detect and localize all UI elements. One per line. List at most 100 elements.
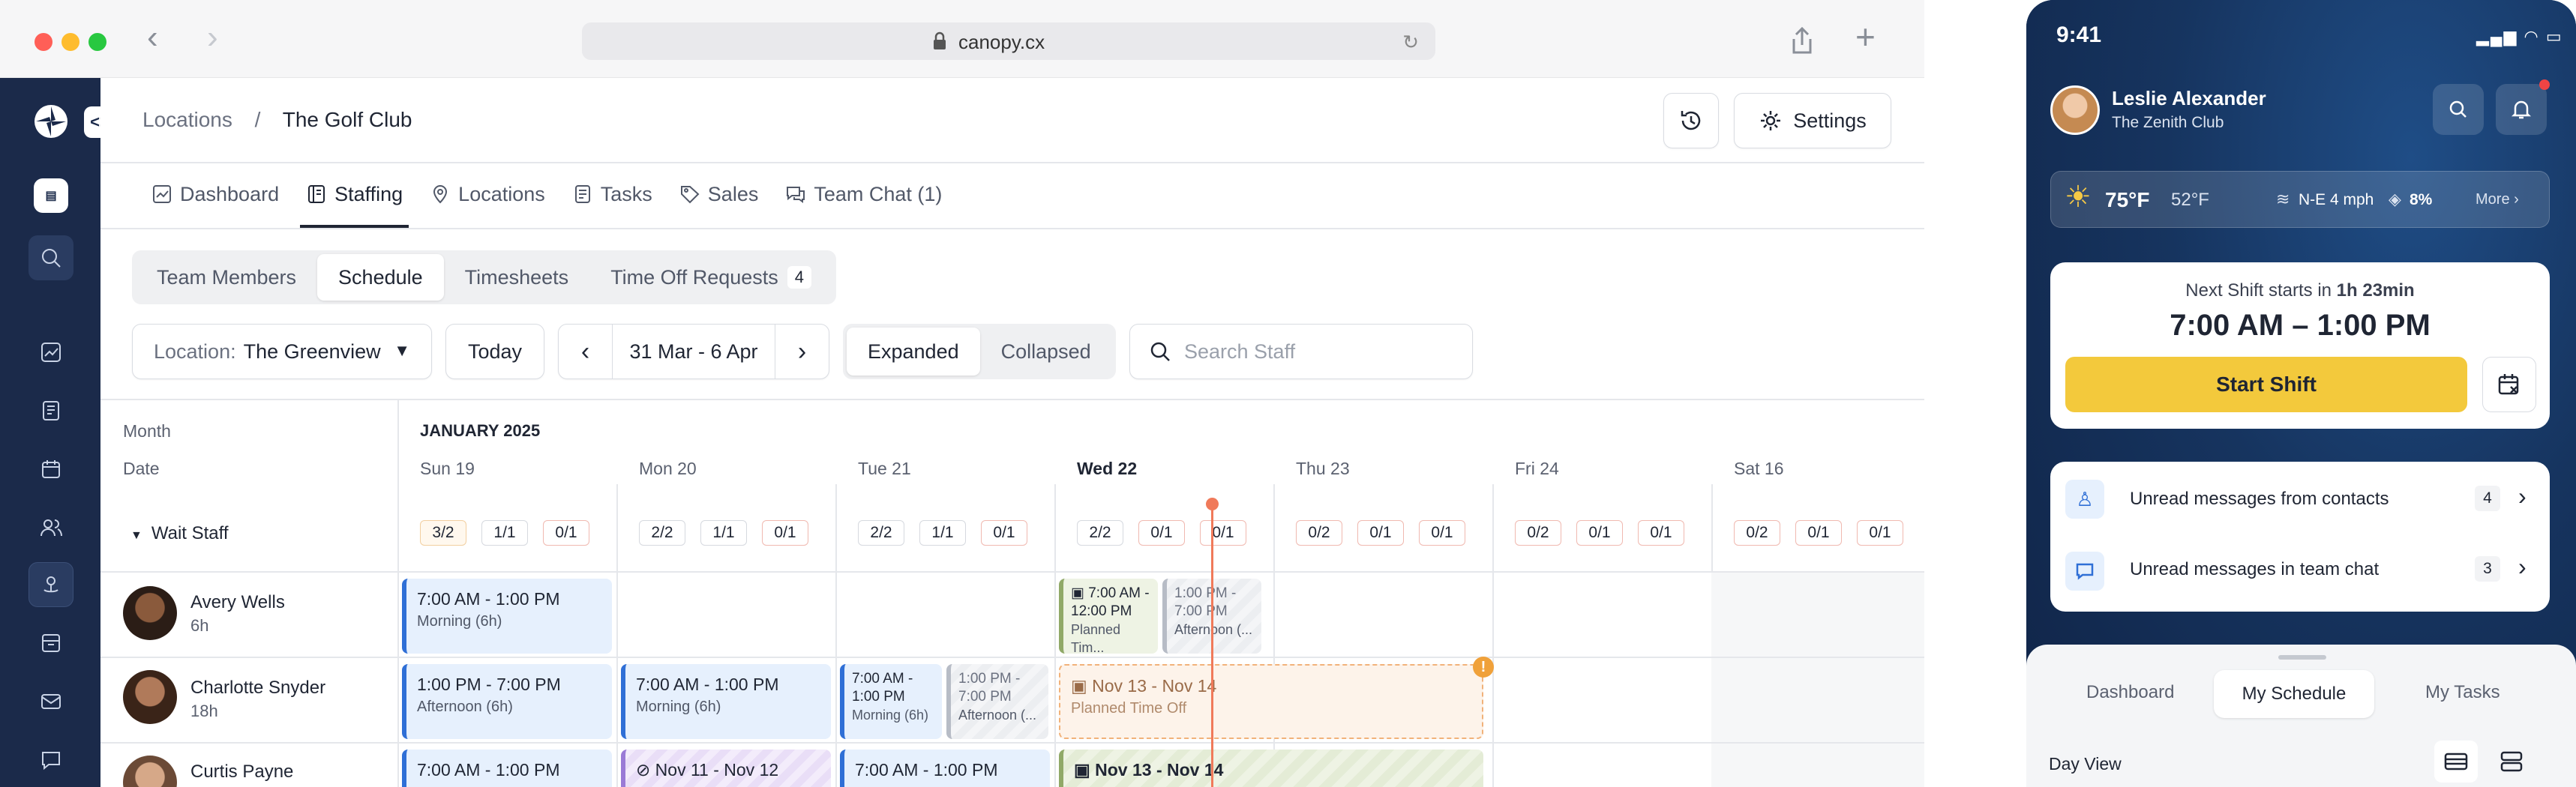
grid-row-divider: [100, 742, 1924, 744]
reload-icon[interactable]: ↻: [1402, 31, 1419, 54]
notifications-button[interactable]: [2496, 84, 2547, 135]
subtab-team-members[interactable]: Team Members: [136, 254, 317, 301]
start-shift-button[interactable]: Start Shift: [2065, 357, 2467, 412]
subtab-timesheets[interactable]: Timesheets: [444, 254, 590, 301]
shift-time: 7:00 AM -: [1088, 585, 1150, 601]
location-select-value: The Greenview: [243, 340, 381, 363]
chart-icon[interactable]: [28, 330, 73, 375]
history-button[interactable]: [1663, 93, 1719, 148]
tabs-divider: [100, 228, 1924, 229]
archive-icon[interactable]: [28, 621, 73, 666]
date-range-text[interactable]: 31 Mar - 6 Apr: [629, 340, 757, 364]
day-header: Thu 23: [1296, 459, 1350, 478]
count-badge: 0/1: [1357, 520, 1404, 546]
staff-name[interactable]: Charlotte Snyder: [190, 678, 325, 699]
user-avatar[interactable]: [2050, 85, 2100, 135]
chevron-down-icon: ▼: [130, 529, 142, 542]
chevron-right-icon: ›: [2518, 553, 2527, 580]
tab-tasks[interactable]: Tasks: [559, 162, 666, 226]
shift-card[interactable]: 1:00 PM - 7:00 PM Afternoon (6h): [402, 664, 612, 739]
maximize-window-button[interactable]: [88, 33, 106, 51]
forward-icon[interactable]: ›: [207, 21, 218, 54]
shift-card[interactable]: 7:00 AM - 1:00 PM: [402, 750, 612, 787]
calendar-cancel-button[interactable]: [2482, 357, 2536, 412]
list-view-icon: [2444, 753, 2468, 771]
collapsed-toggle[interactable]: Collapsed: [980, 328, 1112, 376]
current-time-line: [1211, 504, 1213, 787]
search-staff-input[interactable]: Search Staff: [1129, 324, 1473, 379]
back-icon[interactable]: ‹: [147, 21, 158, 54]
calendar-icon[interactable]: [28, 447, 73, 492]
shift-card[interactable]: 7:00 AM - 1:00 PM Morning (6h): [402, 579, 612, 654]
today-button[interactable]: Today: [445, 324, 544, 379]
mail-icon[interactable]: [28, 679, 73, 724]
expanded-toggle[interactable]: Expanded: [847, 328, 980, 376]
sun-icon: ☀: [2065, 181, 2092, 214]
subtab-time-off-requests[interactable]: Time Off Requests 4: [589, 254, 832, 301]
time-off-card[interactable]: ⊘ Nov 11 - Nov 12: [621, 750, 831, 787]
weather-more-link[interactable]: More ›: [2476, 191, 2519, 208]
phone-tab-dashboard[interactable]: Dashboard: [2086, 682, 2174, 703]
shift-card[interactable]: 1:00 PM - 7:00 PM Afternoon (...: [946, 664, 1048, 739]
day-header: Sat 16: [1734, 459, 1784, 478]
pin-icon: [433, 185, 448, 204]
month-value: JANUARY 2025: [420, 421, 541, 440]
breadcrumb-locations[interactable]: Locations: [142, 108, 232, 131]
time-off-card[interactable]: ▣ Nov 13 - Nov 14: [1059, 750, 1483, 787]
unread-team-chat-row[interactable]: Unread messages in team chat 3 ›: [2050, 537, 2550, 612]
canopy-logo-icon[interactable]: [33, 103, 69, 139]
prev-week-button[interactable]: ‹: [559, 325, 613, 379]
time-off-count-badge: 4: [787, 266, 812, 289]
tab-staffing[interactable]: Staffing: [292, 162, 416, 228]
shift-time: 7:00 AM - 1:00 PM: [636, 675, 779, 694]
shift-card[interactable]: 7:00 AM - 1:00 PM Morning (6h): [621, 664, 831, 739]
share-icon[interactable]: [1789, 25, 1815, 55]
browser-window: ‹ › canopy.cx ↻ + <> ▤ Locations / The G…: [0, 0, 1924, 787]
time-off-request-card[interactable]: ▣ Nov 13 - Nov 14 Planned Time Off: [1059, 664, 1483, 739]
subtab-schedule[interactable]: Schedule: [317, 254, 444, 301]
phone-tab-my-schedule[interactable]: My Schedule: [2214, 670, 2374, 718]
tab-sales[interactable]: Sales: [666, 162, 772, 226]
weather-humidity: 8%: [2410, 191, 2433, 208]
current-time-marker: [1206, 498, 1219, 510]
shift-time: 7:00 AM - 1:00 PM: [855, 760, 998, 780]
tab-label: Locations: [458, 182, 545, 205]
close-window-button[interactable]: [34, 33, 52, 51]
tab-locations[interactable]: Locations: [416, 162, 559, 226]
warning-icon[interactable]: !: [1473, 657, 1494, 678]
shift-time: 7:00 PM: [958, 689, 1012, 705]
users-icon[interactable]: [28, 505, 73, 550]
browser-chrome: ‹ › canopy.cx ↻ +: [0, 0, 1924, 78]
minimize-window-button[interactable]: [61, 33, 79, 51]
address-bar[interactable]: canopy.cx ↻: [582, 22, 1435, 60]
new-tab-icon[interactable]: +: [1855, 19, 1876, 54]
location-staffing-icon[interactable]: [28, 562, 73, 607]
staff-name[interactable]: Avery Wells: [190, 592, 285, 613]
staff-name[interactable]: Curtis Payne: [190, 762, 293, 783]
time-off-card[interactable]: ▣ 7:00 AM - 12:00 PM Planned Tim...: [1059, 579, 1158, 654]
tab-dashboard[interactable]: Dashboard: [138, 162, 292, 226]
tab-team-chat[interactable]: Team Chat (1): [772, 162, 955, 226]
book-icon[interactable]: [28, 388, 73, 433]
droplet-icon: ◈: [2389, 190, 2401, 208]
unread-contacts-count: 4: [2475, 486, 2500, 511]
location-select[interactable]: Location: The Greenview ▼: [132, 324, 432, 379]
sheet-handle[interactable]: [2278, 655, 2326, 660]
unread-contacts-row[interactable]: ♙ Unread messages from contacts 4 ›: [2050, 462, 2550, 537]
list-view-toggle[interactable]: [2434, 741, 2478, 783]
workspace-avatar-icon[interactable]: ▤: [34, 178, 68, 213]
message-icon[interactable]: [28, 738, 73, 783]
search-icon[interactable]: [28, 235, 73, 280]
sub-tabs: Team Members Schedule Timesheets Time Of…: [132, 250, 837, 304]
search-placeholder: Search Staff: [1184, 340, 1296, 363]
next-week-button[interactable]: ›: [775, 325, 829, 379]
phone-tab-my-tasks[interactable]: My Tasks: [2425, 682, 2500, 703]
shift-time: 7:00 AM -: [852, 671, 913, 687]
count-badge: 0/1: [1857, 520, 1903, 546]
shift-card[interactable]: 7:00 AM - 1:00 PM: [840, 750, 1050, 787]
group-row-wait-staff[interactable]: ▼ Wait Staff: [130, 523, 229, 544]
card-view-toggle[interactable]: [2490, 741, 2533, 783]
settings-button[interactable]: Settings: [1734, 93, 1891, 148]
phone-search-button[interactable]: [2433, 84, 2484, 135]
shift-card[interactable]: 7:00 AM - 1:00 PM Morning (6h): [840, 664, 942, 739]
